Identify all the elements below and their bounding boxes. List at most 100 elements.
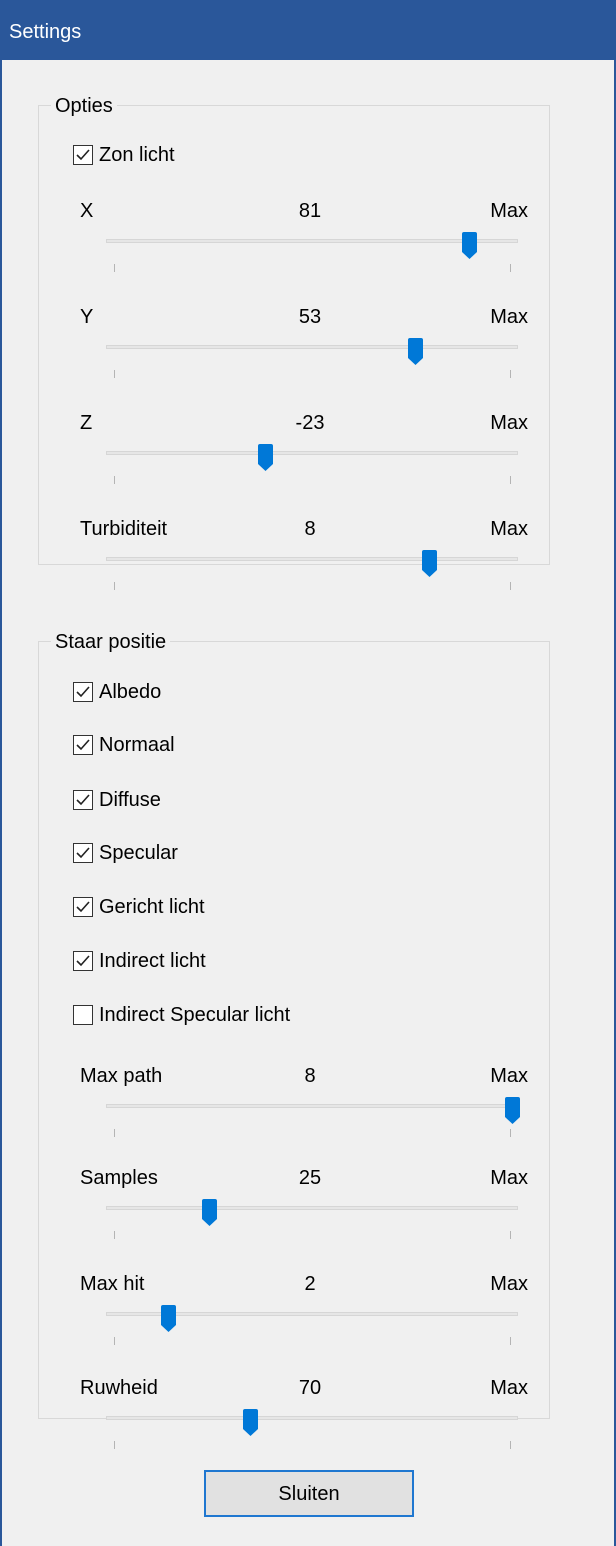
slider-tick-min — [114, 1129, 115, 1137]
slider-tick-max — [510, 476, 511, 484]
checkmark-icon — [76, 149, 90, 161]
slider-tick-max — [510, 582, 511, 590]
slider-track[interactable] — [106, 451, 518, 455]
slider-value: 8 — [304, 1065, 316, 1087]
slider-value: 8 — [304, 518, 316, 540]
checkbox-box[interactable] — [73, 951, 93, 971]
slider-opties-1[interactable]: Y 53 Max — [80, 306, 540, 406]
slider-thumb-icon[interactable] — [408, 338, 423, 366]
checkbox-label: Indirect Specular licht — [99, 1003, 291, 1026]
checkbox-staar-3[interactable]: Specular — [73, 838, 178, 868]
checkbox-staar-5[interactable]: Indirect licht — [73, 946, 206, 976]
slider-thumb-icon[interactable] — [257, 444, 273, 472]
checkbox-box[interactable] — [73, 735, 93, 755]
checkmark-icon — [76, 686, 90, 698]
window-border-left — [0, 60, 2, 1546]
checkbox-box[interactable] — [73, 682, 93, 702]
slider-tick-min — [114, 264, 115, 272]
slider-track[interactable] — [106, 1416, 518, 1420]
slider-opties-0[interactable]: X 81 Max — [80, 200, 540, 300]
slider-tick-max — [510, 1441, 511, 1449]
slider-tick-min — [114, 1441, 115, 1449]
slider-tick-min — [114, 1337, 115, 1345]
slider-label: Max path — [80, 1065, 163, 1087]
checkmark-icon — [76, 794, 90, 806]
checkbox-box[interactable] — [73, 790, 93, 810]
slider-track[interactable] — [106, 1104, 518, 1108]
slider-tick-min — [114, 1231, 115, 1239]
slider-label: Ruwheid — [80, 1377, 158, 1399]
slider-thumb-icon[interactable] — [202, 1199, 217, 1227]
checkmark-icon — [76, 955, 90, 967]
slider-tick-max — [510, 370, 511, 378]
checkbox-staar-4[interactable]: Gericht licht — [73, 892, 205, 922]
slider-value: -23 — [295, 412, 325, 434]
checkbox-staar-2[interactable]: Diffuse — [73, 785, 161, 815]
slider-thumb-icon[interactable] — [504, 1097, 520, 1125]
slider-max-label: Max — [490, 518, 528, 540]
checkbox-label: Zon licht — [99, 143, 175, 166]
checkbox-label: Normaal — [99, 733, 175, 756]
slider-label: Max hit — [80, 1273, 145, 1295]
checkbox-label: Indirect licht — [99, 949, 206, 972]
slider-tick-min — [114, 370, 115, 378]
staar-positie-group-title: Staar positie — [51, 630, 171, 654]
slider-track[interactable] — [106, 1206, 518, 1210]
checkbox-zon-licht[interactable]: Zon licht — [73, 140, 175, 170]
slider-thumb-icon[interactable] — [461, 232, 477, 260]
checkmark-icon — [76, 901, 90, 913]
slider-tick-min — [114, 476, 115, 484]
slider-label: Samples — [80, 1167, 158, 1189]
checkbox-box[interactable] — [73, 1005, 93, 1025]
checkbox-staar-0[interactable]: Albedo — [73, 677, 161, 707]
slider-max-label: Max — [490, 1167, 528, 1189]
checkbox-label: Albedo — [99, 680, 162, 703]
checkmark-icon — [76, 739, 90, 751]
slider-max-label: Max — [490, 412, 528, 434]
slider-max-label: Max — [490, 1065, 528, 1087]
slider-thumb-icon[interactable] — [160, 1305, 176, 1333]
slider-label: Z — [80, 412, 93, 434]
slider-staar-3[interactable]: Ruwheid 70 Max — [80, 1377, 540, 1477]
slider-thumb-icon[interactable] — [243, 1409, 259, 1437]
checkmark-icon — [76, 847, 90, 859]
slider-tick-min — [114, 582, 115, 590]
window-titlebar: Settings — [0, 0, 616, 60]
checkbox-box[interactable] — [73, 145, 93, 165]
slider-track[interactable] — [106, 345, 518, 349]
checkbox-staar-6[interactable]: Indirect Specular licht — [73, 1000, 290, 1030]
slider-tick-max — [510, 1337, 511, 1345]
opties-group-title: Opties — [51, 94, 117, 118]
checkbox-box[interactable] — [73, 897, 93, 917]
close-button[interactable]: Sluiten — [204, 1470, 414, 1517]
slider-tick-max — [510, 1129, 511, 1137]
slider-label: Y — [80, 306, 94, 328]
slider-value: 2 — [304, 1273, 316, 1295]
slider-value: 70 — [298, 1377, 322, 1399]
slider-label: Turbiditeit — [80, 518, 168, 540]
slider-max-label: Max — [490, 306, 528, 328]
slider-value: 25 — [298, 1167, 322, 1189]
slider-opties-2[interactable]: Z -23 Max — [80, 412, 540, 512]
checkbox-label: Diffuse — [99, 788, 161, 811]
slider-value: 81 — [298, 200, 322, 222]
slider-max-label: Max — [490, 1377, 528, 1399]
slider-staar-1[interactable]: Samples 25 Max — [80, 1167, 540, 1267]
slider-value: 53 — [298, 306, 322, 328]
slider-staar-0[interactable]: Max path 8 Max — [80, 1065, 540, 1165]
slider-track[interactable] — [106, 239, 518, 243]
slider-max-label: Max — [490, 1273, 528, 1295]
slider-max-label: Max — [490, 200, 528, 222]
slider-tick-max — [510, 264, 511, 272]
slider-thumb-icon[interactable] — [422, 550, 438, 578]
checkbox-label: Gericht licht — [99, 895, 205, 918]
window-title: Settings — [9, 21, 82, 43]
checkbox-box[interactable] — [73, 843, 93, 863]
slider-label: X — [80, 200, 94, 222]
slider-track[interactable] — [106, 557, 518, 561]
slider-opties-3[interactable]: Turbiditeit 8 Max — [80, 518, 540, 618]
checkbox-label: Specular — [99, 841, 178, 864]
slider-tick-max — [510, 1231, 511, 1239]
checkbox-staar-1[interactable]: Normaal — [73, 730, 175, 760]
slider-staar-2[interactable]: Max hit 2 Max — [80, 1273, 540, 1373]
